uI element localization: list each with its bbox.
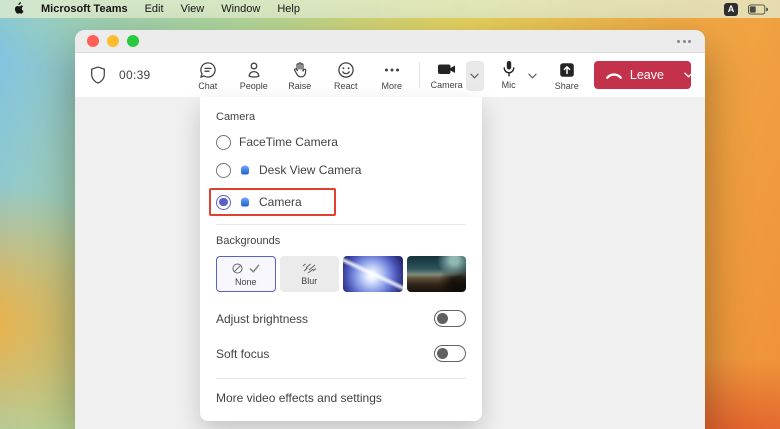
- chevron-down-icon: [469, 72, 480, 80]
- raise-hand-icon: [290, 60, 310, 80]
- mic-button[interactable]: Mic: [494, 59, 524, 90]
- apple-menu[interactable]: [12, 1, 24, 18]
- chat-button[interactable]: Chat: [189, 60, 227, 91]
- meeting-stage: Camera FaceTime Camera Desk View Camera …: [75, 97, 705, 429]
- input-source-badge[interactable]: A: [724, 3, 738, 16]
- mic-dropdown-chevron[interactable]: [524, 61, 542, 91]
- leave-button[interactable]: Leave: [594, 61, 675, 89]
- radio-unselected-icon[interactable]: [216, 163, 231, 178]
- menu-bar: Microsoft Teams Edit View Window Help A: [0, 0, 780, 18]
- call-timer: 00:39: [119, 68, 151, 82]
- raise-hand-button[interactable]: Raise: [281, 60, 319, 91]
- backgrounds-section-title: Backgrounds: [216, 235, 466, 247]
- close-window-button[interactable]: [87, 35, 99, 47]
- call-toolbar: 00:39 Chat People Raise React More: [75, 53, 705, 97]
- adjust-brightness-label: Adjust brightness: [216, 312, 308, 326]
- background-tile-blur[interactable]: Blur: [280, 256, 339, 292]
- menubar-item-window[interactable]: Window: [221, 3, 260, 15]
- more-dots-icon: [382, 60, 402, 80]
- leave-dropdown-chevron[interactable]: [675, 61, 691, 89]
- menu-divider: [216, 378, 466, 379]
- menubar-item-edit[interactable]: Edit: [145, 3, 164, 15]
- toolbar-divider: [419, 62, 420, 88]
- soft-focus-label: Soft focus: [216, 347, 269, 361]
- camera-option-facetime[interactable]: FaceTime Camera: [216, 132, 466, 152]
- radio-unselected-icon[interactable]: [216, 135, 231, 150]
- menubar-item-help[interactable]: Help: [277, 3, 300, 15]
- soft-focus-toggle[interactable]: [434, 345, 466, 362]
- camera-section-title: Camera: [216, 111, 466, 123]
- shield-icon: [89, 65, 107, 85]
- radio-selected-icon[interactable]: [216, 195, 231, 210]
- camera-button[interactable]: Camera: [428, 59, 466, 90]
- camera-option-camera-selected[interactable]: Camera: [209, 188, 336, 216]
- camera-icon: [436, 59, 458, 79]
- chevron-down-icon: [527, 72, 538, 80]
- leave-button-group: Leave: [594, 61, 691, 89]
- mic-icon: [499, 59, 519, 79]
- adjust-brightness-toggle[interactable]: [434, 310, 466, 327]
- selected-checkmark-icon: [248, 263, 261, 274]
- share-icon: [557, 60, 577, 80]
- window-titlebar: [75, 30, 705, 53]
- people-icon: [244, 60, 264, 80]
- more-button[interactable]: More: [373, 60, 411, 91]
- people-button[interactable]: People: [235, 60, 273, 91]
- zoom-window-button[interactable]: [127, 35, 139, 47]
- none-circle-slash-icon: [231, 262, 244, 275]
- menubar-item-view[interactable]: View: [181, 3, 205, 15]
- teams-window: 00:39 Chat People Raise React More: [75, 30, 705, 429]
- menu-divider: [216, 224, 466, 225]
- hang-up-icon: [605, 70, 623, 80]
- more-video-effects-link[interactable]: More video effects and settings: [216, 391, 466, 405]
- minimize-window-button[interactable]: [107, 35, 119, 47]
- continuity-camera-device-icon: [239, 164, 251, 176]
- react-button[interactable]: React: [327, 60, 365, 91]
- camera-option-desk-view[interactable]: Desk View Camera: [216, 160, 466, 180]
- camera-dropdown-chevron[interactable]: [466, 61, 484, 91]
- chat-icon: [198, 60, 218, 80]
- continuity-camera-device-icon: [239, 196, 251, 208]
- chevron-down-icon: [683, 71, 691, 79]
- share-button[interactable]: Share: [552, 60, 582, 91]
- camera-settings-menu: Camera FaceTime Camera Desk View Camera …: [200, 97, 482, 421]
- background-tile-landscape-image[interactable]: [407, 256, 466, 292]
- battery-icon[interactable]: [748, 4, 768, 15]
- background-tile-none[interactable]: None: [216, 256, 276, 292]
- window-more-icon[interactable]: [675, 38, 693, 45]
- apple-logo-icon: [12, 1, 24, 15]
- background-tile-space-image[interactable]: [343, 256, 402, 292]
- menubar-app-name[interactable]: Microsoft Teams: [41, 3, 128, 15]
- blur-pattern-icon: [300, 262, 318, 274]
- react-smiley-icon: [336, 60, 356, 80]
